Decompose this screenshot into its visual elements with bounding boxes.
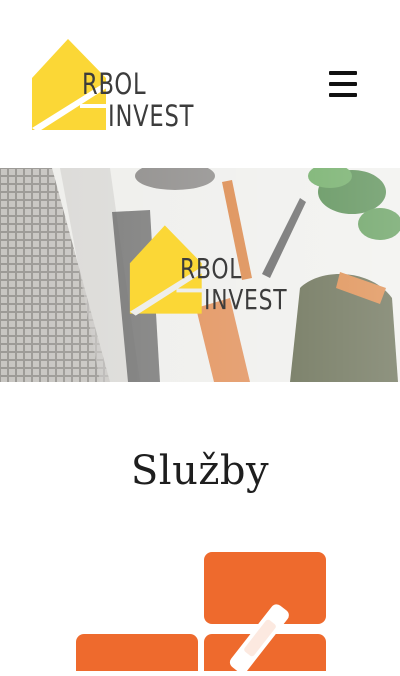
services-title: Služby bbox=[130, 448, 270, 494]
hero-image: RBOL INVEST bbox=[0, 168, 400, 382]
tools-icon bbox=[70, 548, 332, 676]
site-header: RBOL INVEST bbox=[0, 0, 400, 168]
menu-bar bbox=[329, 71, 357, 75]
brand-name-line2: INVEST bbox=[108, 99, 195, 133]
brand-logo[interactable]: RBOL INVEST bbox=[28, 36, 198, 134]
brand-name-line1: RBOL bbox=[82, 67, 147, 101]
hero-logo: RBOL INVEST bbox=[126, 222, 291, 318]
hero-logo-line1: RBOL bbox=[180, 252, 243, 285]
hero-logo-line2: INVEST bbox=[204, 283, 288, 316]
menu-bar bbox=[329, 82, 357, 86]
menu-bar bbox=[329, 93, 357, 97]
hamburger-menu-icon[interactable] bbox=[326, 71, 360, 103]
